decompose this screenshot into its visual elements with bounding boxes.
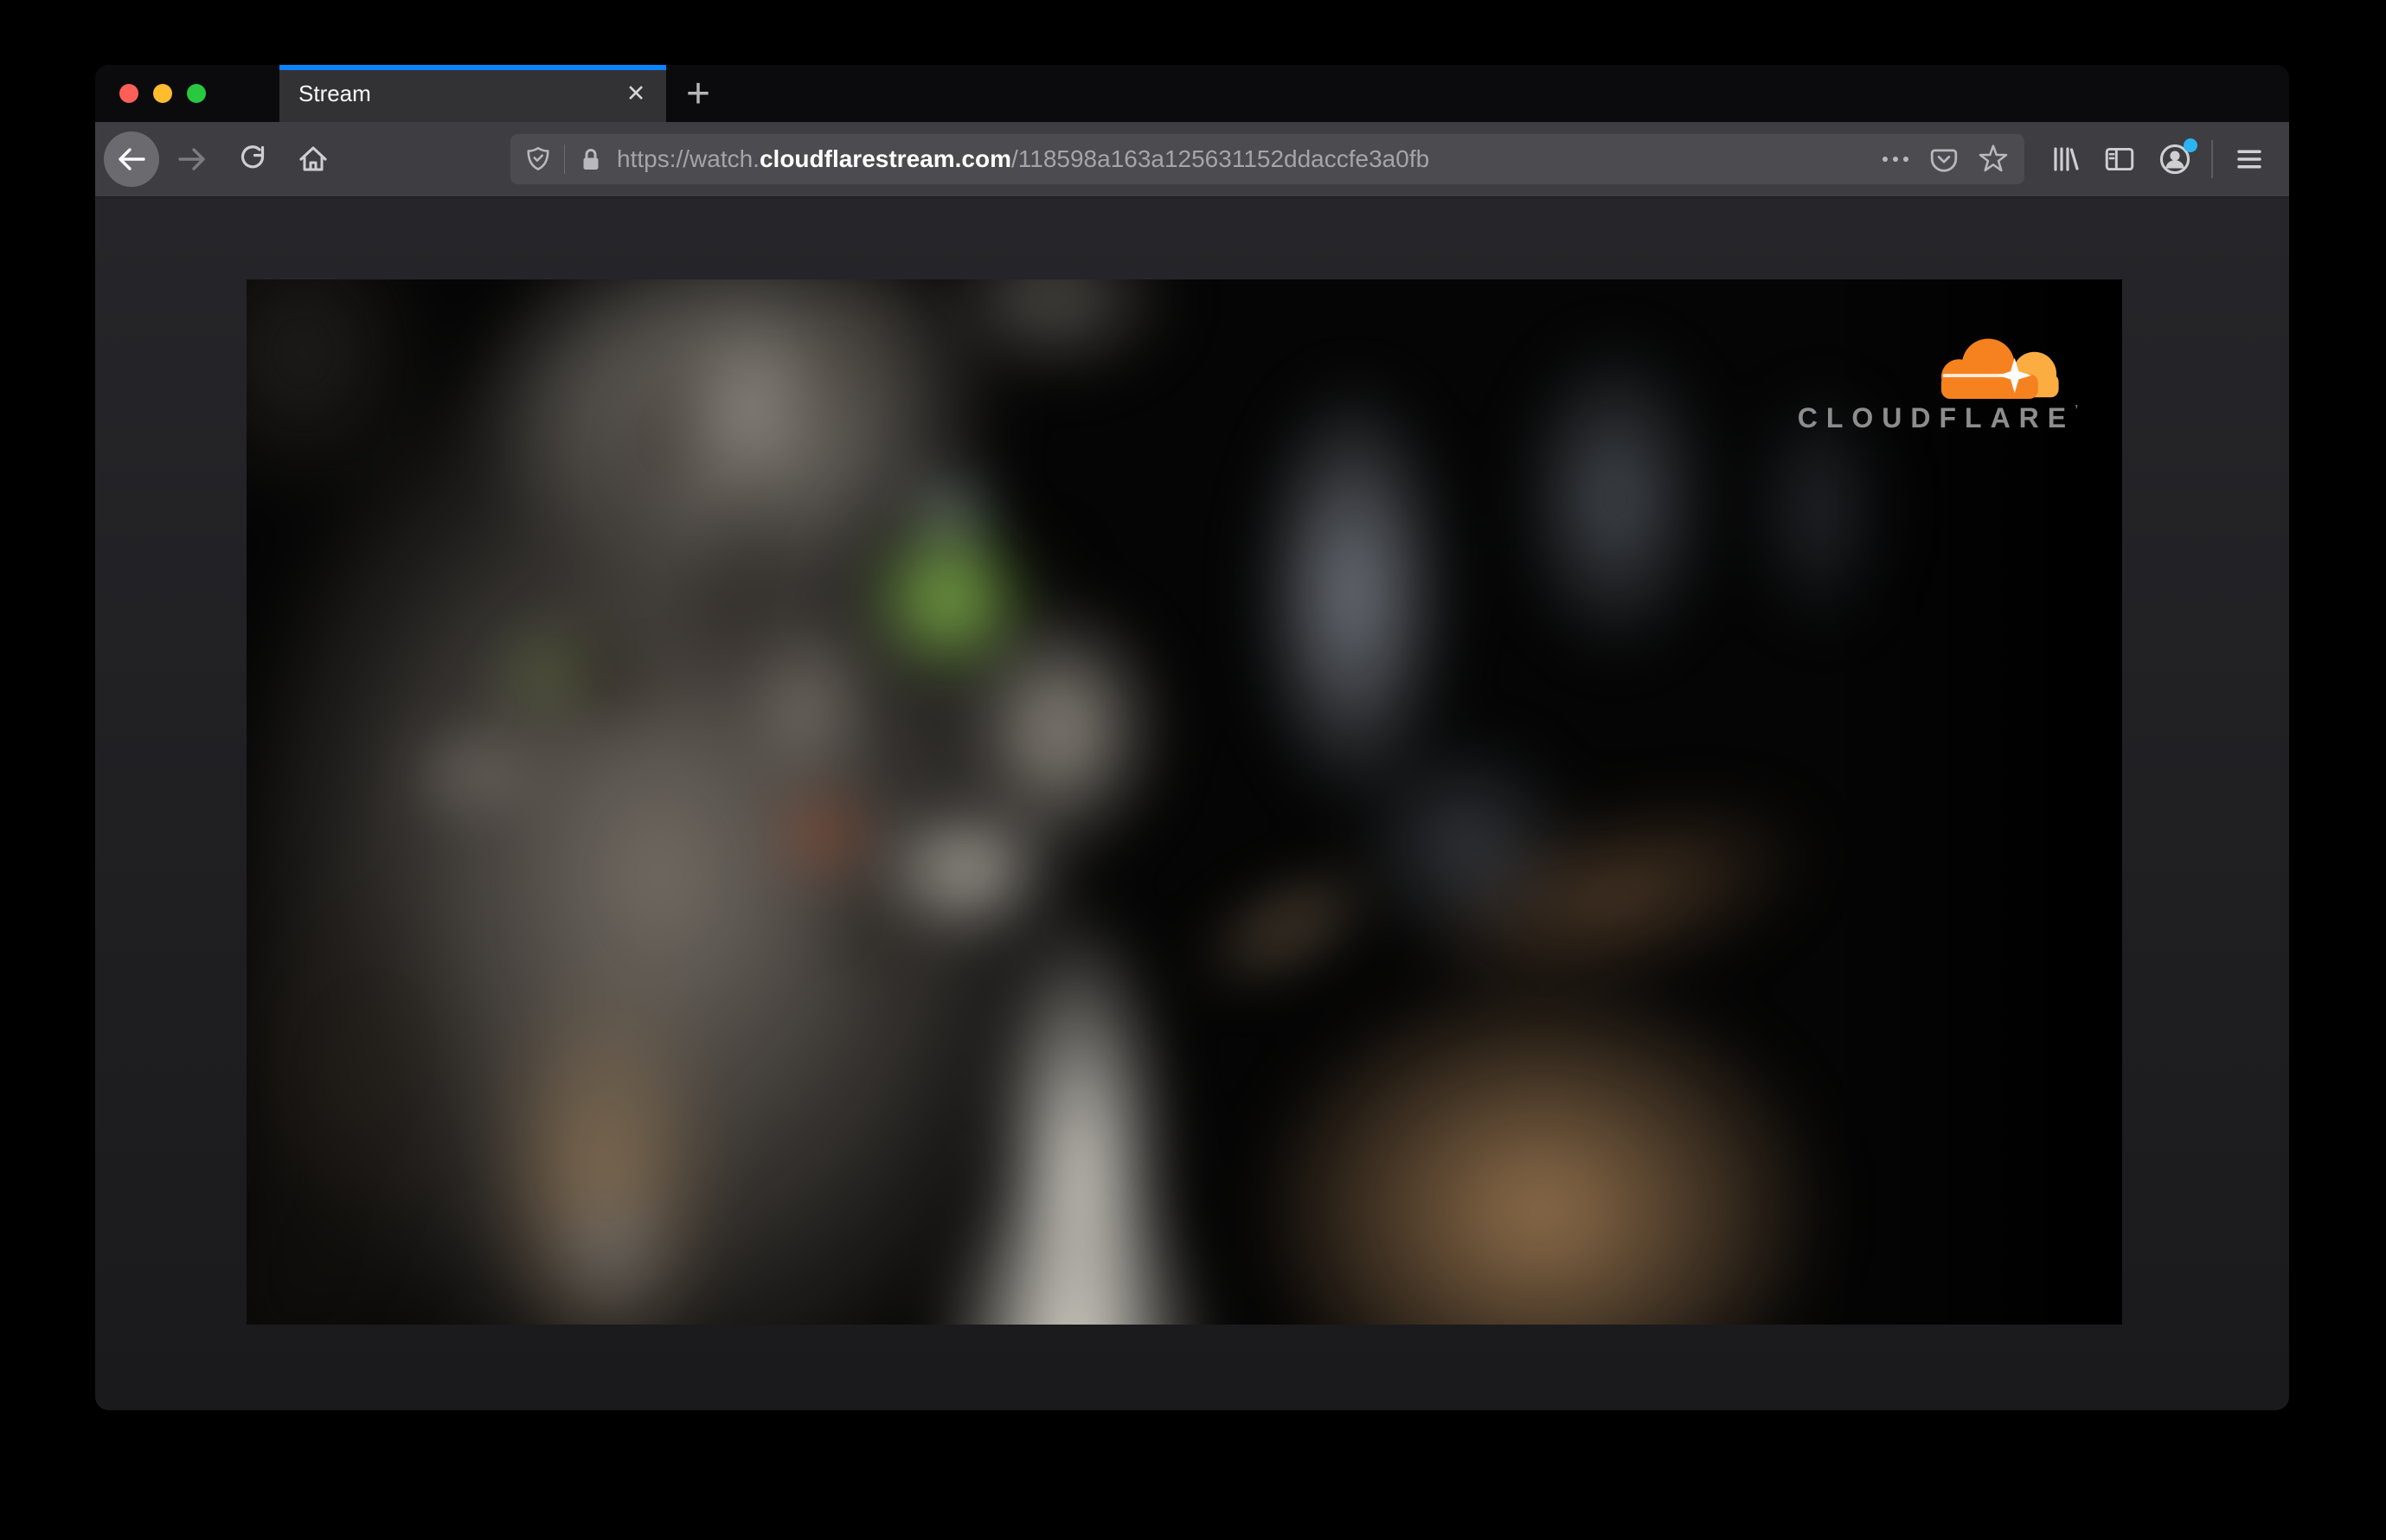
- trademark-tick: ’: [2075, 402, 2079, 418]
- tab-stream[interactable]: Stream ✕: [279, 65, 666, 122]
- video-vignette: [247, 279, 2122, 1325]
- reload-icon: [241, 145, 265, 169]
- cloudflare-logo: CLOUDFLARE’: [1796, 331, 2078, 434]
- sidebar-button[interactable]: [2092, 132, 2147, 187]
- window-controls: [95, 65, 279, 122]
- cloudflare-wordmark: CLOUDFLARE’: [1797, 402, 2079, 434]
- active-tab-indicator: [279, 65, 666, 70]
- browser-window: Stream ✕ + https://watch.cloudflarestrea…: [95, 65, 2289, 1410]
- library-button[interactable]: [2036, 132, 2092, 187]
- toolbar-separator: [2211, 140, 2213, 178]
- urlbar-divider: [564, 144, 565, 174]
- ellipsis-icon: [1883, 157, 1908, 162]
- url-prefix: https://watch.: [617, 145, 760, 172]
- tab-bar: Stream ✕ +: [95, 65, 2289, 122]
- back-button[interactable]: [104, 132, 159, 187]
- reload-button[interactable]: [225, 132, 280, 187]
- navigation-toolbar: https://watch.cloudflarestream.com/11859…: [95, 122, 2289, 197]
- home-button[interactable]: [285, 132, 341, 187]
- bookmark-star-button[interactable]: [1978, 144, 2009, 175]
- account-notification-dot: [2184, 138, 2197, 152]
- library-icon: [2054, 147, 2079, 171]
- https-lock-icon[interactable]: [579, 146, 603, 172]
- zoom-window-button[interactable]: [187, 84, 206, 103]
- star-icon: [1979, 144, 2008, 172]
- account-button[interactable]: [2147, 132, 2203, 187]
- hamburger-menu-icon: [2237, 150, 2261, 169]
- pocket-button[interactable]: [1929, 144, 1959, 174]
- arrow-right-icon: [178, 148, 205, 170]
- arrow-left-icon: [119, 148, 145, 170]
- address-bar[interactable]: https://watch.cloudflarestream.com/11859…: [510, 134, 2024, 184]
- desktop-background: Stream ✕ + https://watch.cloudflarestrea…: [0, 0, 2386, 1540]
- tab-title: Stream: [298, 80, 371, 106]
- cloudflare-cloud-icon: [1941, 338, 2059, 400]
- forward-button[interactable]: [164, 132, 220, 187]
- page-content: CLOUDFLARE’: [95, 197, 2289, 1410]
- page-actions-button[interactable]: [1881, 154, 1910, 164]
- sidebar-icon: [2105, 147, 2134, 171]
- url-path: /118598a163a125631152ddaccfe3a0fb: [1010, 145, 1430, 172]
- tab-close-button[interactable]: ✕: [618, 75, 654, 112]
- tracking-protection-shield-icon[interactable]: [526, 146, 550, 172]
- url-text: https://watch.cloudflarestream.com/11859…: [617, 145, 1862, 173]
- home-icon: [299, 146, 327, 171]
- close-window-button[interactable]: [119, 84, 138, 103]
- minimize-window-button[interactable]: [153, 84, 172, 103]
- menu-button[interactable]: [2222, 132, 2277, 187]
- new-tab-button[interactable]: +: [666, 65, 730, 122]
- url-domain: cloudflarestream.com: [759, 145, 1011, 172]
- video-player[interactable]: CLOUDFLARE’: [247, 279, 2122, 1325]
- pocket-icon: [1930, 149, 1958, 172]
